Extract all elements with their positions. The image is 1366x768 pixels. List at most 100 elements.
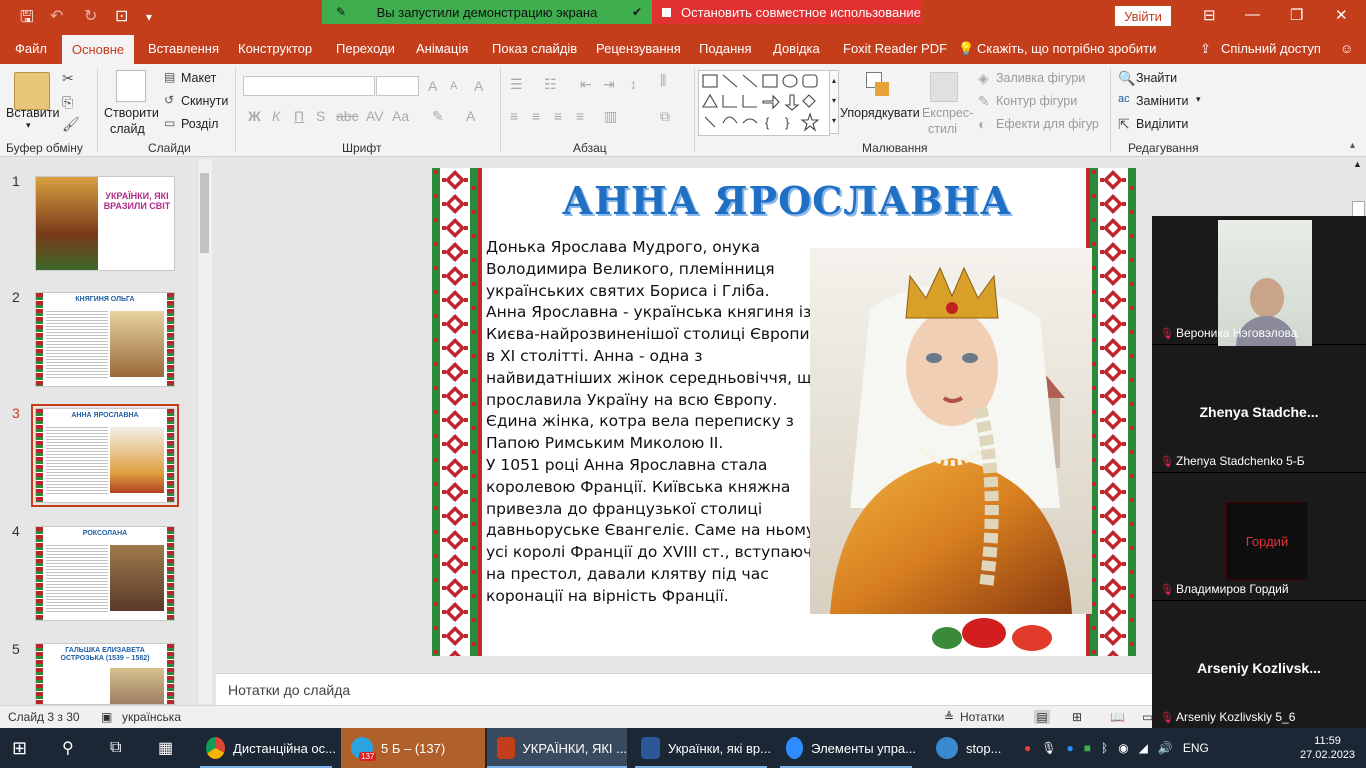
tell-me-search[interactable]: Скажіть, що потрібно зробити bbox=[977, 41, 1156, 56]
paste-dropdown-icon[interactable]: ▾ bbox=[26, 120, 31, 131]
slide-thumbnail-3[interactable]: АННА ЯРОСЛАВНА bbox=[31, 404, 179, 507]
find-button[interactable]: Знайти bbox=[1136, 71, 1177, 85]
shadow-icon[interactable]: S bbox=[316, 108, 325, 124]
share-button[interactable]: Спільний доступ bbox=[1221, 41, 1321, 56]
shape-outline-button[interactable]: Контур фігури bbox=[996, 94, 1077, 108]
numbering-icon[interactable]: ☷ bbox=[544, 76, 557, 93]
taskbar-zoom[interactable]: Элементы упра... bbox=[776, 728, 916, 768]
tray-app-green-icon[interactable]: ■ bbox=[1084, 741, 1091, 755]
taskbar-powerpoint[interactable]: УКРАЇНКИ, ЯКІ ... bbox=[487, 728, 627, 768]
clock[interactable]: 11:59 27.02.2023 bbox=[1300, 728, 1355, 768]
smartart-icon[interactable]: ⧉ bbox=[660, 108, 670, 125]
notes-toggle[interactable]: Нотатки bbox=[960, 710, 1004, 724]
decrease-indent-icon[interactable]: ⇤ bbox=[580, 76, 592, 93]
tab-view[interactable]: Подання bbox=[699, 41, 752, 56]
close-icon[interactable]: ✕ bbox=[1335, 6, 1348, 24]
justify-icon[interactable]: ≡ bbox=[576, 108, 584, 124]
login-button[interactable]: Увійти bbox=[1115, 6, 1171, 26]
new-slide-label[interactable]: слайд bbox=[110, 122, 145, 136]
collapse-ribbon-icon[interactable]: ▴ bbox=[1350, 140, 1355, 151]
taskbar-chrome[interactable]: Дистанційна ос... bbox=[196, 728, 336, 768]
language-indicator[interactable]: ENG bbox=[1183, 741, 1209, 755]
font-color-icon[interactable]: A bbox=[466, 108, 475, 124]
tab-foxit[interactable]: Foxit Reader PDF bbox=[843, 41, 947, 56]
scroll-up-icon[interactable]: ▲ bbox=[1353, 159, 1362, 169]
tab-transitions[interactable]: Переходи bbox=[336, 41, 395, 56]
redo-icon[interactable]: ↻ bbox=[84, 6, 97, 26]
highlight-icon[interactable]: ✎ bbox=[432, 108, 444, 125]
notes-pane[interactable]: Нотатки до слайда bbox=[216, 673, 1152, 706]
tray-app-icon[interactable]: ● bbox=[1024, 741, 1031, 755]
slide-thumbnail-1[interactable]: УКРАЇНКИ, ЯКІ ВРАЗИЛИ СВІТ bbox=[35, 176, 175, 271]
comments-icon[interactable]: ☺ bbox=[1340, 41, 1353, 56]
participant-tile[interactable]: Zhenya Stadche... 🎙 Zhenya Stadchenko 5-Б bbox=[1152, 344, 1366, 473]
tray-mic-icon[interactable]: 🎙 bbox=[1041, 741, 1056, 755]
volume-icon[interactable]: 🔊 bbox=[1158, 741, 1173, 755]
reading-view-icon[interactable]: 📖 bbox=[1110, 710, 1125, 724]
new-slide-button[interactable]: Створити bbox=[104, 106, 159, 120]
stop-share-button[interactable]: Остановить совместное использование bbox=[652, 0, 922, 24]
align-center-icon[interactable]: ≡ bbox=[532, 108, 540, 124]
slide-thumbnail-5[interactable]: ГАЛЬШКА ЕЛИЗАВЕТА ОСТРОЗЬКА (1539 – 1582… bbox=[35, 643, 175, 705]
tab-animation[interactable]: Анімація bbox=[416, 41, 468, 56]
scrollbar-thumb[interactable] bbox=[200, 173, 209, 253]
tab-home[interactable]: Основне bbox=[62, 35, 134, 64]
system-tray[interactable]: ● 🎙 ● ■ ᛒ ◉ ◢ 🔊 ENG bbox=[1024, 728, 1209, 768]
slide-canvas[interactable]: АННА ЯРОСЛАВНА Донька Ярослава Мудрого, … bbox=[432, 168, 1136, 656]
underline-icon[interactable]: П bbox=[294, 108, 304, 124]
slide-thumbnail-2[interactable]: КНЯГИНЯ ОЛЬГА bbox=[35, 292, 175, 387]
tab-design[interactable]: Конструктор bbox=[238, 41, 312, 56]
tray-zoom-icon[interactable]: ● bbox=[1066, 741, 1073, 755]
bluetooth-icon[interactable]: ᛒ bbox=[1101, 741, 1108, 755]
tab-file[interactable]: Файл bbox=[15, 41, 47, 56]
grow-font-icon[interactable]: A bbox=[428, 78, 437, 94]
paste-button[interactable]: Вставити bbox=[6, 106, 59, 120]
bullets-icon[interactable]: ☰ bbox=[510, 76, 523, 93]
anna-yaroslavna-portrait[interactable] bbox=[810, 248, 1092, 614]
slide-title[interactable]: АННА ЯРОСЛАВНА bbox=[532, 178, 1042, 223]
participant-tile[interactable]: 🎙 Вероника Нэговэлова bbox=[1152, 216, 1366, 346]
ribbon-display-icon[interactable]: ⊟ bbox=[1203, 6, 1216, 24]
select-button[interactable]: Виділити bbox=[1136, 117, 1188, 131]
notes-placeholder[interactable]: Нотатки до слайда bbox=[228, 682, 350, 698]
text-direction-icon[interactable]: ⫼ bbox=[660, 72, 666, 89]
replace-dropdown-icon[interactable]: ▾ bbox=[1196, 94, 1201, 105]
slide-thumbnail-4[interactable]: РОКСОЛАНА bbox=[35, 526, 175, 621]
taskbar-word[interactable]: Українки, які вр... bbox=[631, 728, 771, 768]
taskbar-stop[interactable]: stop... bbox=[926, 728, 1016, 768]
shape-effects-button[interactable]: Ефекти для фігур bbox=[996, 117, 1099, 131]
change-case-icon[interactable]: Aa bbox=[392, 108, 409, 124]
copy-icon[interactable]: ⎘ bbox=[62, 94, 73, 111]
bold-icon[interactable]: Ж bbox=[248, 108, 261, 124]
section-button[interactable]: Розділ bbox=[181, 117, 218, 131]
restore-icon[interactable]: ❐ bbox=[1290, 6, 1303, 24]
arrange-icon[interactable] bbox=[866, 72, 890, 100]
sorter-view-icon[interactable]: ⊞ bbox=[1072, 710, 1082, 724]
cut-icon[interactable]: ✂ bbox=[62, 70, 74, 87]
task-view-icon[interactable]: ⧉ bbox=[110, 728, 121, 768]
windows-start-icon[interactable]: ⊞ bbox=[12, 728, 27, 768]
clear-format-icon[interactable]: A bbox=[474, 78, 483, 94]
line-spacing-icon[interactable]: ↕ bbox=[630, 76, 637, 92]
minimize-icon[interactable]: — bbox=[1245, 6, 1260, 23]
tray-chrome-icon[interactable]: ◉ bbox=[1118, 741, 1128, 755]
font-size-combo[interactable] bbox=[376, 76, 419, 96]
customize-toolbar-icon[interactable]: ▾ bbox=[146, 10, 152, 24]
italic-icon[interactable]: К bbox=[272, 108, 280, 124]
thumbnails-scrollbar[interactable] bbox=[197, 159, 212, 704]
participant-tile[interactable]: Arseniy Kozlivsk... 🎙 Arseniy Kozlivskiy … bbox=[1152, 600, 1366, 728]
font-name-combo[interactable] bbox=[243, 76, 375, 96]
format-painter-icon[interactable]: 🖌 bbox=[62, 116, 80, 133]
spacing-icon[interactable]: AV bbox=[366, 108, 384, 124]
undo-icon[interactable]: ↶ bbox=[50, 6, 63, 26]
pin-icon[interactable]: ✎ bbox=[336, 5, 346, 19]
align-left-icon[interactable]: ≡ bbox=[510, 108, 518, 124]
tab-slideshow[interactable]: Показ слайдів bbox=[492, 41, 577, 56]
increase-indent-icon[interactable]: ⇥ bbox=[603, 76, 615, 93]
participant-tile[interactable]: Гордий 🎙 Владимиров Гордий bbox=[1152, 472, 1366, 601]
quick-styles-label[interactable]: стилі bbox=[928, 122, 957, 136]
strikethrough-icon[interactable]: abc bbox=[336, 108, 359, 124]
spellcheck-icon[interactable]: ▣ bbox=[101, 710, 112, 724]
shapes-gallery[interactable]: {} bbox=[698, 70, 830, 136]
tab-insert[interactable]: Вставлення bbox=[148, 41, 219, 56]
